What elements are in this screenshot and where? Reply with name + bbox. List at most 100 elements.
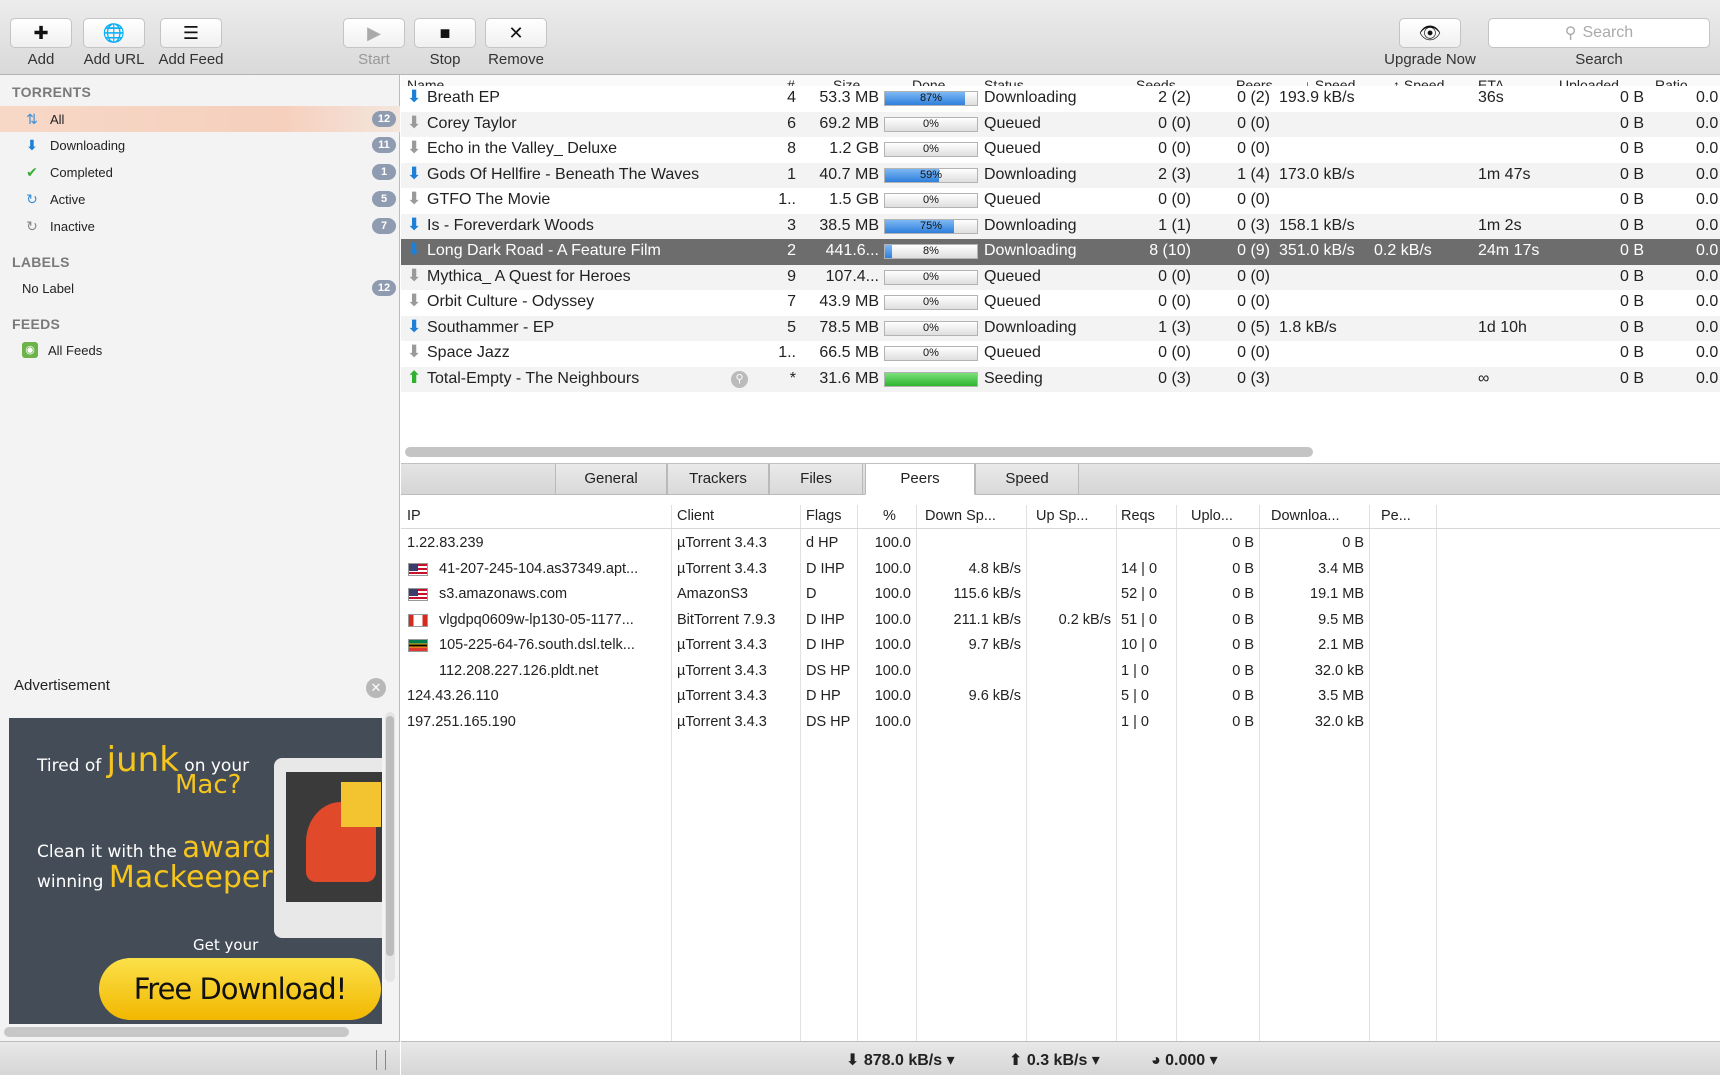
peer-ip: 197.251.165.190 [407, 713, 516, 730]
peer-reqs: 52 | 0 [1121, 586, 1158, 602]
sidebar-item-downloading[interactable]: ⬇ Downloading 11 [0, 132, 400, 158]
ratio: 0.0 [1696, 293, 1719, 310]
torrent-row[interactable]: ⬇ GTFO The Movie 1.. 1.5 GB 0% Queued 0 (0) 0 (… [401, 188, 1720, 214]
peer-row[interactable]: 1.22.83.239 µTorrent 3.4.3 d HP 100.0 0 B 0 B [401, 531, 1720, 557]
ratio: 0.0 [1696, 242, 1719, 259]
seeds-count: 0 (0) [1158, 344, 1191, 361]
share-ratio[interactable]: ◕ 0.000 ▾ [1151, 1050, 1218, 1070]
torrent-name: Is - Foreverdark Woods [427, 216, 594, 234]
torrent-size: 43.9 MB [819, 293, 879, 310]
torrent-size: 107.4... [825, 267, 879, 285]
active-refresh-icon: ↻ [26, 190, 38, 207]
column-header-ip[interactable]: IP [407, 508, 421, 524]
peer-row[interactable]: 41-207-245-104.as37349.apt... µTorrent 3.… [401, 557, 1720, 583]
torrent-row[interactable]: ⬇ Is - Foreverdark Woods 3 38.5 MB 75% Downlo… [401, 213, 1720, 239]
torrent-row[interactable]: ⬇ Mythica_ A Quest for Heroes 9 107.4... 0% Q… [401, 264, 1720, 290]
seeds-count: 0 (0) [1158, 140, 1191, 157]
download-arrow-icon: ⬇ [26, 136, 38, 153]
play-icon: ▶ [343, 18, 405, 48]
peers-count: 0 (0) [1237, 293, 1270, 310]
column-header-flags[interactable]: Flags [806, 508, 841, 524]
sidebar-item-inactive[interactable]: ↻ Inactive 7 [0, 213, 400, 239]
sidebar-item-active[interactable]: ↻ Active 5 [0, 186, 400, 212]
torrent-row[interactable]: ⬇ Gods Of Hellfire - Beneath The Waves 1 40… [401, 162, 1720, 188]
upgrade-button[interactable]: 👁 Upgrade Now [1384, 18, 1476, 68]
sidebar-item-all-feeds[interactable]: ◉ All Feeds [0, 337, 400, 363]
column-header-reqs[interactable]: Reqs [1121, 508, 1155, 524]
column-header-up-speed[interactable]: Up Sp... [1036, 508, 1088, 524]
add-label: Add [27, 51, 55, 68]
torrent-row[interactable]: ⬇ Echo in the Valley_ Deluxe 8 1.2 GB 0% Queu… [401, 137, 1720, 163]
torrent-name: Echo in the Valley_ Deluxe [427, 140, 618, 157]
torrent-row[interactable]: ⬇ Orbit Culture - Odyssey 7 43.9 MB 0% Queued… [401, 290, 1720, 316]
tab-general[interactable]: General [555, 464, 667, 495]
toolbar: ✚ Add 🌐 Add URL ☰ Add Feed ▶ Start ■ Sto… [0, 0, 1720, 75]
peer-row[interactable]: 105-225-64-76.south.dsl.telk... µTorrent … [401, 633, 1720, 659]
tab-trackers[interactable]: Trackers [667, 464, 769, 495]
add-feed-label: Add Feed [158, 51, 224, 68]
peer-down-speed: 211.1 kB/s [953, 611, 1021, 628]
column-header-down-speed[interactable]: Down Sp... [925, 508, 996, 524]
peer-row[interactable]: 124.43.26.110 µTorrent 3.4.3 D HP 100.0 9.6 … [401, 684, 1720, 710]
torrent-status: Queued [984, 140, 1041, 157]
progress-bar: 0% [884, 269, 978, 285]
remove-button[interactable]: ✕ Remove [478, 18, 554, 68]
column-header-client[interactable]: Client [677, 508, 714, 524]
ad-scrollbar[interactable] [385, 712, 395, 982]
sidebar-item-no-label[interactable]: No Label 12 [0, 275, 400, 301]
add-url-button[interactable]: 🌐 Add URL [76, 18, 152, 68]
torrent-size: 38.5 MB [819, 216, 879, 234]
torrent-row[interactable]: ⬇ Long Dark Road - A Feature Film 2 441.6..… [401, 239, 1720, 265]
stop-button[interactable]: ■ Stop [407, 18, 483, 68]
queue-number: 1 [787, 165, 796, 183]
torrent-row[interactable]: ⬇ Breath EP 4 53.3 MB 87% Downloading 2 (2) 0 (… [401, 86, 1720, 112]
upload-speed-limit[interactable]: ⬆ 0.3 kB/s ▾ [1009, 1050, 1100, 1070]
peer-uploaded: 0 B [1232, 611, 1254, 628]
seeds-count: 0 (0) [1158, 191, 1191, 208]
ad-text-highlight: Mac? [175, 770, 242, 800]
torrent-row[interactable]: ⬇ Space Jazz 1.. 66.5 MB 0% Queued 0 (0) 0 (0) 0… [401, 341, 1720, 367]
free-download-button[interactable]: Free Download! [99, 958, 381, 1020]
count-badge: 1 [372, 164, 396, 180]
sidebar-item-completed[interactable]: ✔ Completed 1 [0, 159, 400, 185]
tab-peers[interactable]: Peers [865, 464, 975, 495]
torrent-row[interactable]: ⬇ Corey Taylor 6 69.2 MB 0% Queued 0 (0) 0 (0) 0… [401, 111, 1720, 137]
advertisement-banner[interactable]: Tired of junk on your Mac? Clean it with… [9, 718, 382, 1024]
peer-row[interactable]: 197.251.165.190 µTorrent 3.4.3 DS HP 100.0 1… [401, 710, 1720, 736]
peers-count: 0 (9) [1237, 242, 1270, 259]
uploaded: 0 B [1619, 191, 1644, 208]
queued-arrow-icon: ⬇ [407, 138, 422, 157]
uploaded: 0 B [1619, 165, 1644, 183]
start-button[interactable]: ▶ Start [336, 18, 412, 68]
add-button[interactable]: ✚ Add [3, 18, 79, 68]
column-header-uploaded[interactable]: Uplo... [1191, 508, 1233, 524]
download-speed: 1.8 kB/s [1279, 318, 1337, 336]
peer-downloaded: 32.0 kB [1314, 713, 1364, 730]
torrent-row[interactable]: ⬇ Southammer - EP 5 78.5 MB 0% Downloading 1 (… [401, 315, 1720, 341]
download-speed-limit[interactable]: ⬇ 878.0 kB/s ▾ [846, 1050, 955, 1070]
inactive-refresh-icon: ↻ [26, 217, 38, 234]
peer-reqs: 1 | 0 [1121, 662, 1149, 679]
eta: 1m 2s [1478, 216, 1522, 234]
close-ad-button[interactable]: ✕ [366, 678, 386, 698]
peer-row[interactable]: s3.amazonaws.com AmazonS3 D 100.0 115.6 kB/s… [401, 582, 1720, 608]
peer-ip: 112.208.227.126.pldt.net [439, 662, 599, 679]
peer-row[interactable]: vlgdpq0609w-lp130-05-1177... BitTorrent 7… [401, 608, 1720, 634]
column-header-downloaded[interactable]: Downloa... [1271, 508, 1340, 524]
tab-speed[interactable]: Speed [975, 464, 1079, 495]
peer-row[interactable]: 112.208.227.126.pldt.net µTorrent 3.4.3 DS… [401, 659, 1720, 685]
peer-uploaded: 0 B [1232, 560, 1254, 577]
torrent-list-horizontal-scrollbar[interactable] [405, 447, 1313, 457]
monitor-illustration [274, 758, 382, 938]
queue-number: 1.. [778, 191, 796, 208]
sidebar-item-all[interactable]: ⇅ All 12 [0, 106, 400, 132]
add-feed-button[interactable]: ☰ Add Feed [153, 18, 229, 68]
tab-files[interactable]: Files [769, 464, 863, 495]
resize-grip-icon[interactable] [376, 1050, 386, 1070]
torrent-row[interactable]: ⬆ Total-Empty - The Neighbours ⚲ * 31.6 MB Se… [401, 366, 1720, 392]
search-input[interactable]: ⚲ Search [1488, 18, 1710, 48]
column-header-percent[interactable]: % [883, 508, 896, 524]
column-header-peer-speed[interactable]: Pe... [1381, 508, 1411, 524]
sidebar-horizontal-scrollbar[interactable] [4, 1027, 349, 1037]
scroll-thumb[interactable] [386, 716, 394, 956]
